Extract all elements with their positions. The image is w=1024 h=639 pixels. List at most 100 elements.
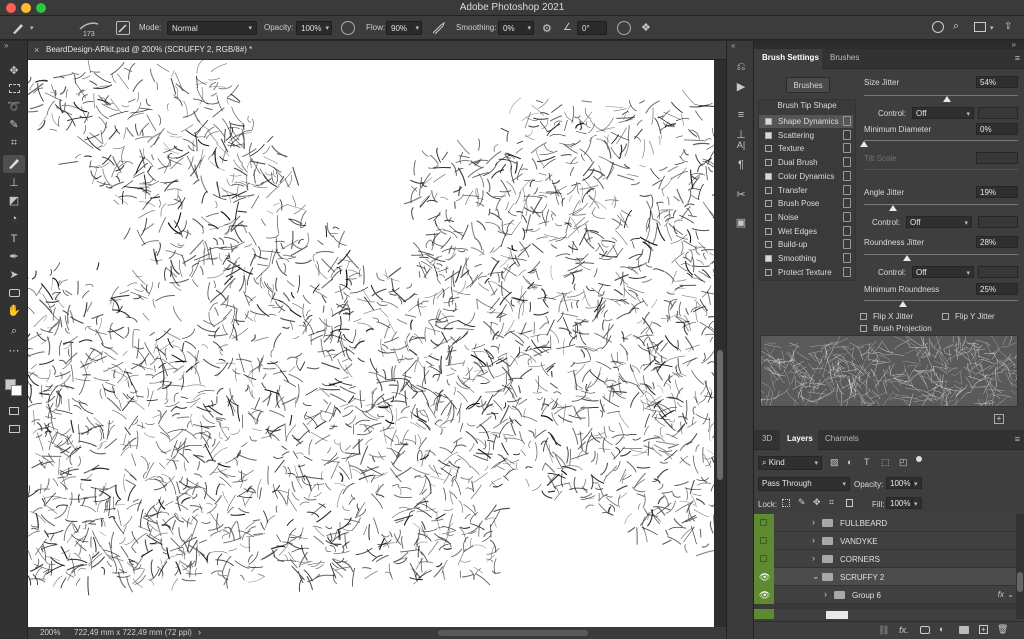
airbrush-icon[interactable] — [431, 21, 447, 35]
panel-menu-icon[interactable]: ≡ — [1015, 53, 1020, 63]
roundness-jitter-slider-knob[interactable] — [903, 255, 912, 261]
brush-option-row[interactable]: Wet Edges — [759, 225, 853, 238]
marquee-tool-icon[interactable] — [6, 81, 22, 97]
new-layer-icon[interactable]: + — [979, 625, 988, 634]
vertical-scrollbar[interactable] — [714, 60, 726, 627]
collapse-toolbar-icon[interactable]: » — [4, 41, 8, 50]
tab-brush-settings[interactable]: Brush Settings — [762, 53, 819, 62]
horizontal-scrollbar-thumb[interactable] — [438, 630, 588, 636]
brush-option-checkbox[interactable] — [765, 131, 772, 139]
layer-opacity-field[interactable]: 100% — [886, 477, 912, 489]
trash-icon[interactable]: 🗑 — [997, 624, 1008, 635]
brush-option-checkbox[interactable] — [765, 213, 772, 221]
brush-option-row[interactable]: Dual Brush — [759, 156, 853, 169]
quick-mask-icon[interactable] — [6, 403, 22, 419]
workspace-icon[interactable] — [974, 22, 986, 32]
brush-tip-shape-item[interactable]: Brush Tip Shape — [759, 101, 855, 114]
minimum-diameter-slider[interactable] — [864, 140, 1018, 141]
screen-mode-icon[interactable] — [6, 421, 22, 437]
tab-brushes[interactable]: Brushes — [830, 53, 859, 62]
control-select-3[interactable]: Off ▾ — [912, 266, 974, 278]
flip-x-checkbox[interactable] — [860, 313, 867, 320]
layers-scrollbar-thumb[interactable] — [1017, 572, 1023, 592]
pressure-opacity-icon[interactable] — [341, 21, 355, 35]
lock-icon[interactable] — [843, 225, 851, 236]
zoom-level[interactable]: 200% — [40, 628, 60, 637]
paragraph-icon[interactable]: ¶ — [733, 157, 749, 173]
filter-type-icon[interactable]: T — [864, 457, 870, 467]
brush-option-checkbox[interactable] — [765, 159, 772, 167]
scrollbar-thumb[interactable] — [717, 350, 723, 480]
layer-row[interactable]: 👁 › Group 6 fx ⌄ — [754, 586, 1016, 604]
brushes-button[interactable]: Brushes — [786, 77, 830, 93]
lock-icon[interactable] — [843, 129, 851, 140]
brush-option-row[interactable]: Noise — [759, 211, 853, 224]
chevron-right-icon[interactable]: › — [812, 535, 815, 545]
symmetry-icon[interactable]: ❖ — [641, 21, 651, 34]
more-tools-icon[interactable]: ⋯ — [6, 343, 22, 359]
eraser-tool-icon[interactable]: ◩ — [6, 193, 22, 209]
fill-dropdown[interactable]: ▾ — [912, 497, 922, 509]
quick-selection-tool-icon[interactable]: ✎ — [6, 117, 22, 133]
share-icon[interactable]: ⇪ — [1004, 21, 1012, 32]
dodge-tool-icon[interactable]: ◔ — [6, 211, 22, 227]
cloud-account-icon[interactable] — [932, 21, 944, 33]
layer-row[interactable]: › VANDYKE — [754, 532, 1016, 550]
size-jitter-slider[interactable] — [864, 95, 1018, 96]
flip-y-checkbox[interactable] — [942, 313, 949, 320]
layer-filter-select[interactable]: ⌕ Kind ▾ — [758, 456, 822, 470]
lock-icon[interactable] — [843, 239, 851, 250]
layer-row[interactable]: › CORNERS — [754, 550, 1016, 568]
lasso-tool-icon[interactable]: ➰ — [6, 99, 22, 115]
brush-preview-icon[interactable] — [78, 21, 100, 31]
angle-jitter-slider-knob[interactable] — [889, 205, 898, 211]
mode-select[interactable]: Normal ▾ — [167, 21, 257, 35]
chevron-down-icon[interactable]: ▾ — [30, 24, 34, 32]
layer-name[interactable]: SCRUFFY 2 — [840, 573, 884, 582]
brush-projection-checkbox[interactable] — [860, 325, 867, 332]
visibility-toggle[interactable]: 👁 — [754, 568, 774, 586]
flow-field[interactable]: 90% ▾ — [386, 21, 422, 35]
collapse-strip-icon[interactable]: « — [731, 41, 735, 50]
visibility-toggle[interactable] — [754, 550, 774, 568]
brush-option-row[interactable]: Shape Dynamics — [759, 115, 853, 128]
lock-icon[interactable] — [843, 116, 851, 126]
tab-layers[interactable]: Layers — [787, 434, 813, 443]
minimum-roundness-field[interactable]: 25% — [976, 283, 1018, 295]
collapse-panels-icon[interactable]: » — [1012, 40, 1016, 49]
brush-option-row[interactable]: Color Dynamics — [759, 170, 853, 183]
close-document-icon[interactable]: × — [34, 45, 39, 55]
zoom-tool-icon[interactable]: ⌕ — [6, 323, 22, 339]
type-tool-icon[interactable]: T — [6, 231, 22, 247]
smoothing-field[interactable]: 0% ▾ — [498, 21, 534, 35]
brush-tool-icon[interactable] — [3, 155, 25, 173]
filter-smart-object-icon[interactable]: ◰ — [899, 457, 908, 468]
adjustment-layer-icon[interactable]: ◐ — [939, 624, 944, 634]
tool-presets-icon[interactable]: ✂ — [733, 187, 749, 203]
fill-field[interactable]: 100% — [886, 497, 912, 509]
control-select-2[interactable]: Off ▾ — [906, 216, 972, 228]
visibility-toggle[interactable]: 👁 — [754, 586, 774, 604]
angle-jitter-field[interactable]: 19% — [976, 186, 1018, 198]
lock-icon[interactable] — [843, 157, 851, 168]
layer-row[interactable]: › FULLBEARD — [754, 514, 1016, 532]
lock-position-icon[interactable]: ✥ — [813, 497, 821, 508]
lock-artboard-icon[interactable]: ⌗ — [829, 497, 834, 508]
filter-toggle-icon[interactable] — [916, 456, 922, 462]
control-select-1[interactable]: Off ▾ — [912, 107, 974, 119]
brush-tool-preset-icon[interactable] — [10, 20, 26, 36]
layer-row[interactable]: 👁 ⌄ SCRUFFY 2 — [754, 568, 1016, 586]
brush-settings-toggle-icon[interactable] — [116, 21, 130, 35]
brush-option-row[interactable]: Smoothing — [759, 252, 853, 265]
blend-mode-select[interactable]: Pass Through ▾ — [758, 477, 850, 491]
brush-option-checkbox[interactable] — [765, 241, 772, 249]
brush-option-checkbox[interactable] — [765, 255, 772, 262]
move-tool-icon[interactable]: ✥ — [6, 63, 22, 79]
tab-3d[interactable]: 3D — [762, 434, 772, 443]
visibility-toggle[interactable] — [754, 532, 774, 550]
brush-option-row[interactable]: Brush Pose — [759, 197, 853, 210]
minimum-roundness-slider[interactable] — [864, 300, 1018, 301]
brush-option-row[interactable]: Texture — [759, 142, 853, 155]
chevron-down-icon[interactable]: ⌄ — [1007, 590, 1014, 599]
layer-name[interactable]: VANDYKE — [840, 537, 878, 546]
